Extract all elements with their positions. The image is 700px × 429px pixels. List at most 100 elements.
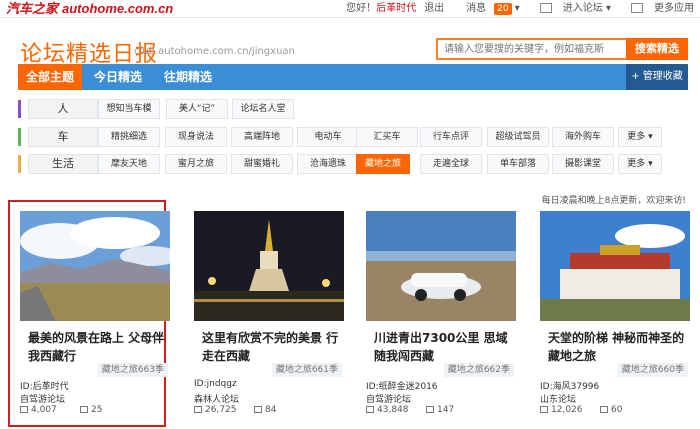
tag-item[interactable]: 美人“记” <box>166 99 228 119</box>
reply-count: 60 <box>611 405 623 415</box>
views-icon <box>20 406 28 413</box>
search-box <box>436 38 626 60</box>
post-title[interactable]: 川进青出7300公里 思域随我闯西藏 <box>374 329 514 365</box>
manage-favorites-button[interactable]: + 管理收藏 <box>626 64 688 90</box>
enter-forum-label: 进入论坛 <box>562 3 603 14</box>
brand-en: autohome.com.cn <box>62 1 174 16</box>
tag-item[interactable]: 走遍全球 <box>420 154 482 174</box>
post-forum[interactable]: 森林人论坛 <box>194 392 239 405</box>
search-button[interactable]: 搜索精选 <box>626 38 688 60</box>
view-count: 4,007 <box>31 405 57 415</box>
tab-today-picks[interactable]: 今日精选 <box>84 64 152 90</box>
post-title[interactable]: 这里有欣赏不完的美景 行走在西藏 <box>202 329 342 365</box>
top-bar: 汽车之家 autohome.com.cn 您好！ 后革时代 退出 消息 20 ▾ 进… <box>0 0 700 18</box>
post-forum[interactable]: 山东论坛 <box>540 392 576 405</box>
category-color-bar <box>18 155 21 173</box>
category-color-bar <box>18 100 21 118</box>
views-icon <box>540 406 548 413</box>
tag-item[interactable]: 电动车 <box>297 127 359 147</box>
messages-link[interactable]: 消息 20 ▾ <box>458 0 520 18</box>
search-input[interactable] <box>438 40 626 58</box>
post-stats: 12,026 60 <box>540 405 622 415</box>
tag-item[interactable]: 海外购车 <box>552 127 614 147</box>
category-row-cars: 车 精挑细选 现身说法 高端阵地 电动车 汇买车 行车点评 超级试驾员 海外购车… <box>18 126 688 148</box>
post-author[interactable]: ID:纸醉金迷2016 <box>366 379 438 392</box>
plus-icon: + <box>631 71 643 82</box>
brand-cn: 汽车之家 <box>6 2 59 17</box>
enter-forum-link[interactable]: 进入论坛 ▾ <box>532 0 611 18</box>
post-thumbnail[interactable] <box>20 211 170 321</box>
post-author[interactable]: ID:后革时代 <box>20 379 69 392</box>
view-count: 43,848 <box>377 405 409 415</box>
more-apps-label: 更多应用 <box>654 3 694 14</box>
tab-past-picks[interactable]: 往期精选 <box>152 64 224 90</box>
post-forum[interactable]: 自驾游论坛 <box>366 392 411 405</box>
tag-item-active[interactable]: 藏地之旅 <box>356 154 410 174</box>
main-nav: 全部主题 今日精选 往期精选 + 管理收藏 <box>18 64 688 90</box>
post-title[interactable]: 最美的风景在路上 父母伴我西藏行 <box>28 329 168 365</box>
page-url: club.autohome.com.cn/jingxuan <box>134 46 295 57</box>
post-card[interactable]: 川进青出7300公里 思域随我闯西藏 藏地之旅662季 ID:纸醉金迷2016 … <box>366 211 516 425</box>
comment-icon <box>254 406 262 413</box>
tag-item[interactable]: 论坛名人堂 <box>232 99 294 119</box>
views-icon <box>194 406 202 413</box>
logout-link[interactable]: 退出 <box>424 0 444 18</box>
tag-item[interactable]: 行车点评 <box>420 127 482 147</box>
more-dropdown[interactable]: 更多 ▾ <box>618 154 662 174</box>
tag-item[interactable]: 单车部落 <box>487 154 549 174</box>
category-label: 车 <box>28 127 98 147</box>
category-row-life: 生活 摩友天地 蜜月之旅 甜蜜婚礼 沧海遗珠 藏地之旅 走遍全球 单车部落 摄影… <box>18 153 688 175</box>
post-forum[interactable]: 自驾游论坛 <box>20 392 65 405</box>
tab-all-topics[interactable]: 全部主题 <box>18 64 82 90</box>
manage-favorites-label: 管理收藏 <box>642 71 683 82</box>
post-theme: 藏地之旅660季 <box>617 363 688 377</box>
tag-item[interactable]: 甜蜜婚礼 <box>231 154 293 174</box>
category-row-people: 人 想知当车模 美人“记” 论坛名人堂 <box>18 98 688 120</box>
post-author[interactable]: ID:jndqgz <box>194 379 237 389</box>
apps-grid-icon <box>631 3 643 13</box>
tag-item[interactable]: 蜜月之旅 <box>165 154 227 174</box>
site-logo[interactable]: 汽车之家 autohome.com.cn <box>6 0 173 18</box>
user-area: 您好！ 后革时代 退出 消息 20 ▾ 进入论坛 ▾ 更多应用 <box>346 0 694 18</box>
more-dropdown[interactable]: 更多 ▾ <box>618 127 662 147</box>
comment-icon <box>80 406 88 413</box>
messages-label: 消息 <box>466 3 487 14</box>
category-label: 人 <box>28 99 98 119</box>
post-thumbnail[interactable] <box>194 211 344 321</box>
comment-icon <box>426 406 434 413</box>
reply-count: 25 <box>91 405 103 415</box>
tag-item[interactable]: 精挑细选 <box>98 127 160 147</box>
post-thumbnail[interactable] <box>366 211 516 321</box>
tag-item[interactable]: 想知当车模 <box>98 99 160 119</box>
forum-icon <box>539 3 552 13</box>
category-label: 生活 <box>28 154 98 174</box>
post-card[interactable]: 天堂的阶梯 神秘而神圣的藏地之旅 藏地之旅660季 ID:海风37996 山东论… <box>540 211 690 425</box>
tag-item[interactable]: 摩友天地 <box>98 154 160 174</box>
post-theme: 藏地之旅663季 <box>97 363 168 377</box>
post-card[interactable]: 最美的风景在路上 父母伴我西藏行 藏地之旅663季 ID:后革时代 自驾游论坛 … <box>20 211 170 425</box>
category-color-bar <box>18 128 21 146</box>
username-link[interactable]: 后革时代 <box>376 0 416 18</box>
tag-item[interactable]: 超级试驾员 <box>487 127 549 147</box>
greeting: 您好！ <box>346 3 377 14</box>
post-title[interactable]: 天堂的阶梯 神秘而神圣的藏地之旅 <box>548 329 688 365</box>
views-icon <box>366 406 374 413</box>
update-notice: 每日凌晨和晚上8点更新，欢迎来访! <box>541 196 686 206</box>
more-label: 更多 <box>627 132 646 142</box>
more-apps-link[interactable]: 更多应用 <box>623 0 694 18</box>
tag-item[interactable]: 高端阵地 <box>231 127 293 147</box>
post-author[interactable]: ID:海风37996 <box>540 379 599 392</box>
post-theme: 藏地之旅662季 <box>443 363 514 377</box>
post-card[interactable]: 这里有欣赏不完的美景 行走在西藏 藏地之旅661季 ID:jndqgz 森林人论… <box>194 211 344 425</box>
tag-item[interactable]: 沧海遗珠 <box>297 154 359 174</box>
more-label: 更多 <box>627 159 646 169</box>
tag-item[interactable]: 汇买车 <box>356 127 418 147</box>
caret-down-icon: ▾ <box>648 132 653 142</box>
tag-item[interactable]: 摄影课堂 <box>552 154 614 174</box>
reply-count: 84 <box>265 405 277 415</box>
post-thumbnail[interactable] <box>540 211 690 321</box>
tag-item[interactable]: 现身说法 <box>165 127 227 147</box>
caret-down-icon: ▾ <box>648 159 653 169</box>
view-count: 12,026 <box>551 405 583 415</box>
post-stats: 43,848 147 <box>366 405 454 415</box>
